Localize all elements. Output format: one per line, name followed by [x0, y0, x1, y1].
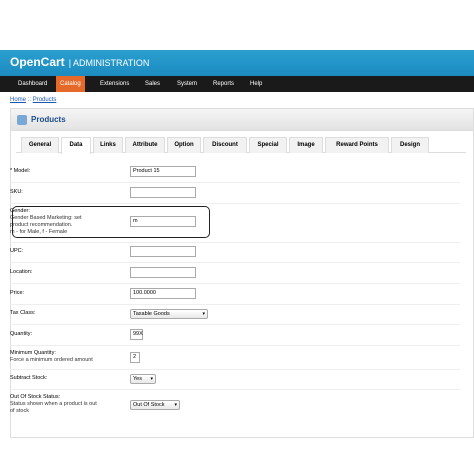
divider: [10, 262, 460, 263]
tab-image[interactable]: Image: [289, 137, 323, 153]
brand-logo[interactable]: OpenCart | ADMINISTRATION: [10, 55, 149, 69]
breadcrumb-products[interactable]: Products: [33, 97, 57, 103]
box-heading: Products: [11, 109, 473, 131]
breadcrumb: Home :: Products: [10, 97, 56, 103]
page-title: Products: [31, 115, 66, 124]
divider: [10, 324, 460, 325]
menu-extensions[interactable]: Extensions: [96, 76, 133, 92]
chevron-down-icon: ▾: [150, 376, 153, 382]
divider: [10, 242, 460, 243]
minimum-label: Minimum Quantity: Force a minimum ordere…: [10, 350, 93, 364]
chevron-down-icon: ▾: [174, 402, 177, 408]
divider: [10, 345, 460, 346]
price-label: Price:: [10, 290, 25, 296]
stock-status-select[interactable]: Out Of Stock ▾: [130, 400, 180, 410]
stock-status-value: Out Of Stock: [133, 402, 165, 408]
model-input[interactable]: Product 15: [130, 166, 196, 177]
stock-status-title: Out Of Stock Status:: [10, 394, 61, 400]
tab-general[interactable]: General: [21, 137, 59, 153]
divider: [10, 283, 460, 284]
divider: [10, 369, 460, 370]
subtract-value: Yes: [133, 376, 142, 382]
header-bar: OpenCart | ADMINISTRATION: [0, 50, 474, 76]
minimum-help: Force a minimum ordered amount: [10, 357, 93, 363]
upc-input[interactable]: [130, 246, 196, 257]
divider: [10, 389, 460, 390]
minimum-title: Minimum Quantity:: [10, 350, 56, 356]
tax-class-value: Taxable Goods: [133, 311, 170, 317]
location-label: Location:: [10, 269, 33, 275]
divider: [10, 203, 460, 204]
tab-bar: General Data Links Attribute Option Disc…: [16, 137, 466, 154]
menu-reports[interactable]: Reports: [209, 76, 238, 92]
subtract-label: Subtract Stock:: [10, 375, 48, 381]
sku-input[interactable]: [130, 187, 196, 198]
quantity-input[interactable]: 99X: [130, 329, 143, 340]
page: OpenCart | ADMINISTRATION Dashboard Catal…: [0, 0, 474, 474]
tab-design[interactable]: Design: [391, 137, 429, 153]
tab-links[interactable]: Links: [93, 137, 123, 153]
main-menu: Dashboard Catalog Extensions Sales Syste…: [0, 76, 474, 92]
chevron-down-icon: ▾: [202, 311, 205, 317]
tax-class-select[interactable]: Taxable Goods ▾: [130, 309, 208, 319]
menu-help[interactable]: Help: [246, 76, 266, 92]
menu-system[interactable]: System: [173, 76, 201, 92]
tab-option[interactable]: Option: [167, 137, 201, 153]
tab-data[interactable]: Data: [61, 137, 91, 154]
tab-special[interactable]: Special: [249, 137, 287, 153]
model-label: * Model:: [10, 168, 31, 174]
divider: [10, 182, 460, 183]
upc-label: UPC:: [10, 248, 24, 254]
gender-highlight-box: [12, 206, 210, 238]
stock-status-help-1: Status shown when a product is out: [10, 401, 97, 407]
tax-class-label: Tax Class:: [10, 310, 36, 316]
tab-discount[interactable]: Discount: [203, 137, 247, 153]
menu-catalog[interactable]: Catalog: [56, 76, 85, 92]
sku-label: SKU:: [10, 189, 23, 195]
menu-dashboard[interactable]: Dashboard: [14, 76, 51, 92]
stock-status-help-2: of stock: [10, 408, 29, 414]
subtract-select[interactable]: Yes ▾: [130, 374, 156, 384]
brand-name: OpenCart: [10, 55, 65, 69]
product-icon: [17, 115, 27, 125]
minimum-input[interactable]: 2: [130, 352, 140, 363]
divider: [10, 304, 460, 305]
tab-reward-points[interactable]: Reward Points: [325, 137, 389, 153]
admin-label: | ADMINISTRATION: [68, 58, 150, 68]
location-input[interactable]: [130, 267, 196, 278]
tab-attribute[interactable]: Attribute: [125, 137, 165, 153]
menu-sales[interactable]: Sales: [141, 76, 164, 92]
breadcrumb-home[interactable]: Home: [10, 97, 26, 103]
quantity-label: Quantity:: [10, 331, 33, 337]
price-input[interactable]: 100.0000: [130, 288, 196, 299]
stock-status-label: Out Of Stock Status: Status shown when a…: [10, 394, 97, 415]
